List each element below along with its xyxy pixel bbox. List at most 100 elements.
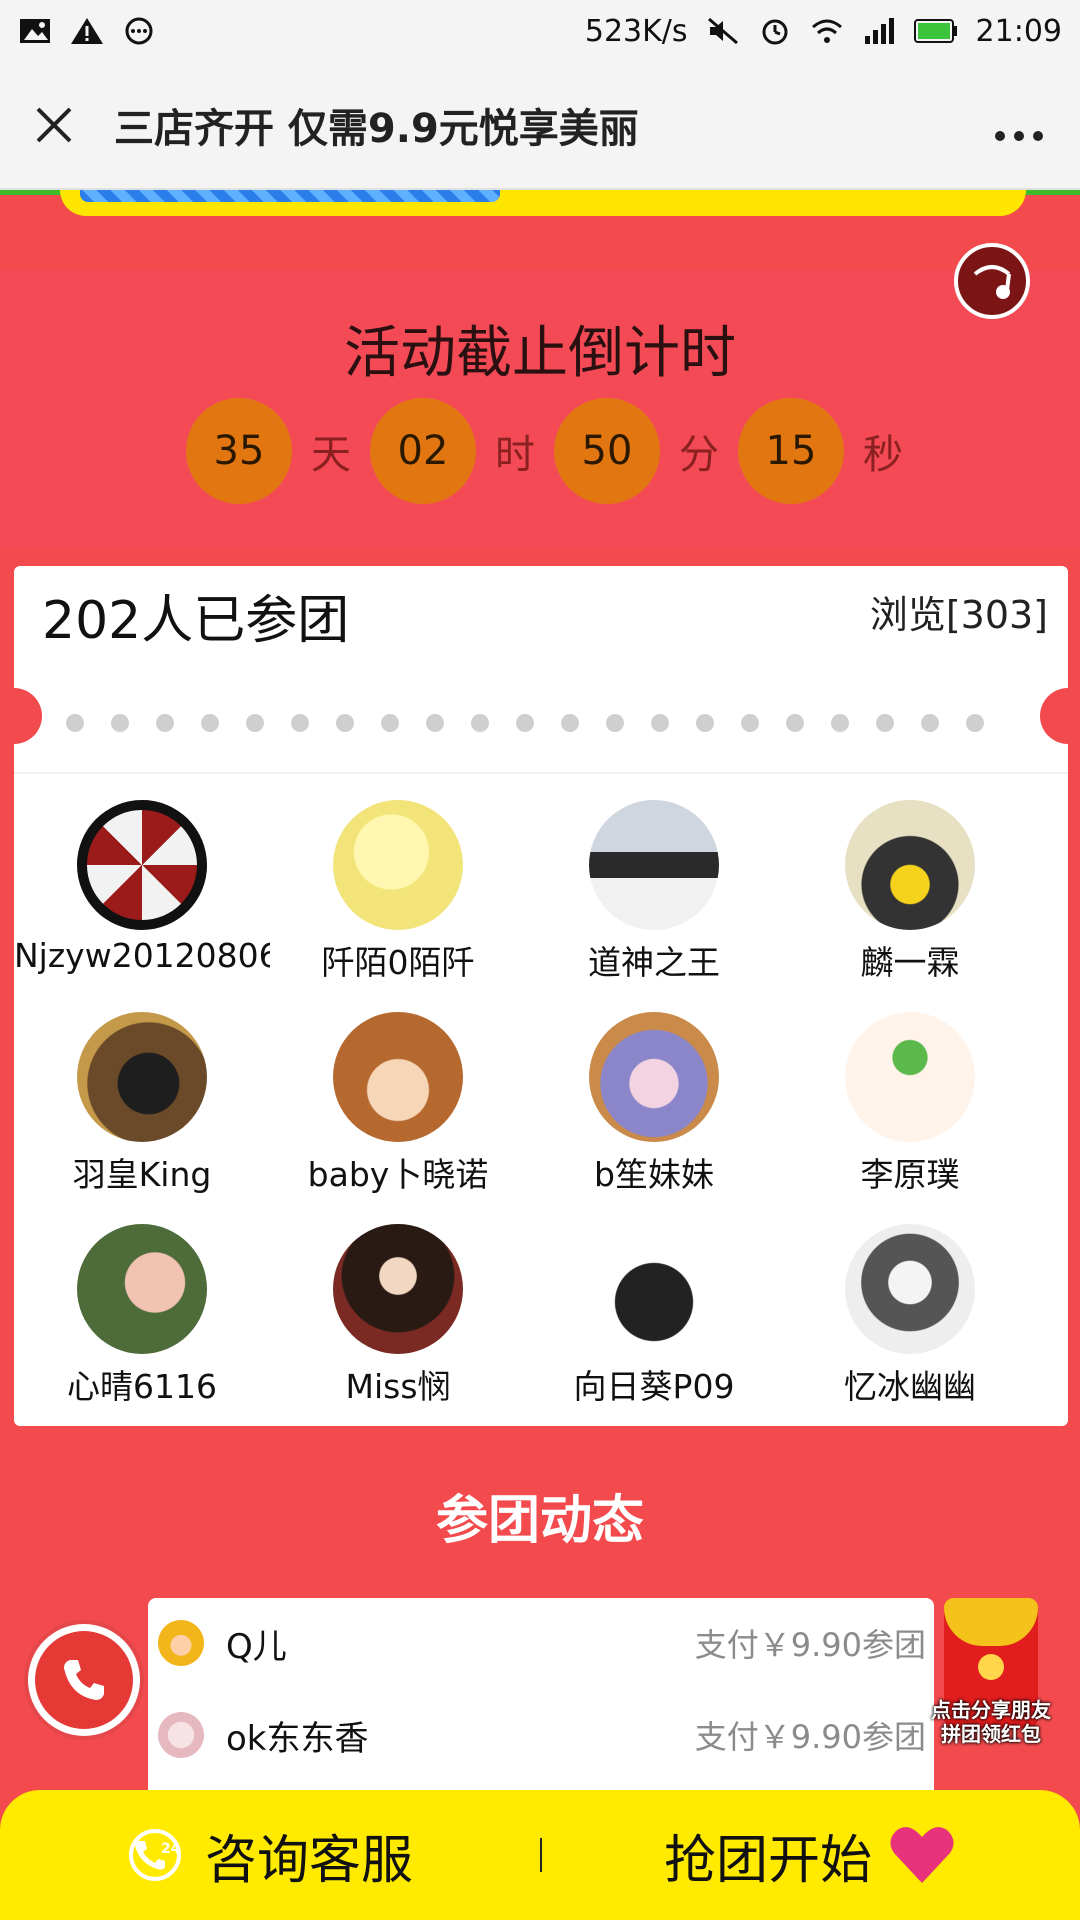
member-name: 李原璞 xyxy=(860,1155,960,1194)
feed-item: Q儿 支付￥9.90参团 xyxy=(148,1598,934,1688)
feed-action: 支付￥9.90参团 xyxy=(694,1626,926,1664)
share-redpacket-button[interactable]: 点击分享朋友 拼团领红包 xyxy=(916,1592,1066,1752)
page-title: 三店齐开 仅需9.9元悦享美丽 xyxy=(114,106,639,152)
banner-stripe xyxy=(80,190,500,202)
hours-unit: 时 xyxy=(495,432,535,478)
feed-avatar xyxy=(158,1712,204,1758)
member-item[interactable]: 忆冰幽幽 xyxy=(782,1224,1038,1408)
feed-title: 参团动态 xyxy=(435,1491,644,1551)
wifi-icon xyxy=(811,19,842,43)
avatar xyxy=(589,800,719,930)
seconds-unit: 秒 xyxy=(863,432,903,478)
avatar xyxy=(589,1224,719,1354)
more-options-button[interactable] xyxy=(994,102,1044,153)
member-item[interactable]: 李原璞 xyxy=(782,1012,1038,1196)
perforation-dot xyxy=(66,714,84,732)
member-name: 羽皇King xyxy=(72,1155,212,1194)
perforation-dot xyxy=(291,714,309,732)
member-item[interactable]: Njzyw20120806 xyxy=(14,800,270,984)
perforation-dot xyxy=(966,714,984,732)
group-feed: Q儿 支付￥9.90参团 ok东东香 支付￥9.90参团 xyxy=(148,1598,934,1796)
phone-icon xyxy=(64,1660,104,1700)
ticket-perforation xyxy=(66,714,984,732)
avatar xyxy=(845,800,975,930)
minutes-unit: 分 xyxy=(679,432,719,478)
member-item[interactable]: 向日葵P09 xyxy=(526,1224,782,1408)
member-name: 心晴6116 xyxy=(67,1367,217,1406)
countdown-section: 活动截止倒计时 35 天 02 时 50 分 15 秒 xyxy=(0,243,1080,550)
countdown-title: 活动截止倒计时 xyxy=(344,321,736,386)
redpacket-text: 点击分享朋友 拼团领红包 xyxy=(916,1698,1066,1746)
battery-icon xyxy=(913,19,957,43)
member-name: Miss悯 xyxy=(345,1367,451,1406)
perforation-dot xyxy=(561,714,579,732)
heart-icon xyxy=(890,1827,954,1883)
mute-icon xyxy=(707,17,738,45)
feed-item: ok东东香 支付￥9.90参团 xyxy=(148,1690,934,1780)
signal-icon xyxy=(864,18,894,44)
member-name: b笙妹妹 xyxy=(594,1155,714,1194)
clock: 21:09 xyxy=(975,13,1062,49)
member-name: 向日葵P09 xyxy=(573,1367,735,1406)
member-item[interactable]: 羽皇King xyxy=(14,1012,270,1196)
avatar xyxy=(845,1012,975,1142)
perforation-dot xyxy=(921,714,939,732)
member-name: 阡陌0陌阡 xyxy=(321,943,475,982)
start-group-label: 抢团开始 xyxy=(663,1830,872,1891)
call-button[interactable] xyxy=(28,1624,140,1736)
feed-avatar xyxy=(158,1620,204,1666)
title-bar: 三店齐开 仅需9.9元悦享美丽 xyxy=(0,62,1080,190)
close-button[interactable] xyxy=(24,95,84,155)
avatar xyxy=(77,1012,207,1142)
consult-service-button[interactable]: 24 咨询客服 xyxy=(0,1818,540,1893)
customer-service-24h-icon: 24 xyxy=(128,1829,181,1881)
bottom-action-bar: 24 咨询客服 抢团开始 xyxy=(0,1790,1080,1920)
network-speed: 523K/s xyxy=(584,13,688,49)
member-item[interactable]: Miss悯 xyxy=(270,1224,526,1408)
more-notification-icon xyxy=(125,17,153,45)
avatar xyxy=(77,800,207,930)
member-grid: Njzyw20120806 阡陌0陌阡 道神之王 麟一霖 羽皇King baby… xyxy=(14,800,1068,1408)
feed-action: 支付￥9.90参团 xyxy=(694,1718,926,1756)
ticket-notch-right xyxy=(1040,688,1080,744)
avatar xyxy=(845,1224,975,1354)
status-right-icons: 523K/s 21:09 xyxy=(585,14,1062,49)
redpacket-line2: 拼团领红包 xyxy=(941,1722,1041,1746)
avatar xyxy=(77,1224,207,1354)
perforation-dot xyxy=(651,714,669,732)
feed-user-name: Q儿 xyxy=(226,1626,287,1667)
member-item[interactable]: 麟一霖 xyxy=(782,800,1038,984)
member-name: 道神之王 xyxy=(588,943,720,982)
member-item[interactable]: 心晴6116 xyxy=(14,1224,270,1408)
perforation-dot xyxy=(246,714,264,732)
perforation-dot xyxy=(786,714,804,732)
perforation-dot xyxy=(741,714,759,732)
perforation-dot xyxy=(696,714,714,732)
days-unit: 天 xyxy=(311,432,351,478)
perforation-dot xyxy=(201,714,219,732)
ticket-notch-left xyxy=(0,688,42,744)
member-item[interactable]: 道神之王 xyxy=(526,800,782,984)
warning-icon xyxy=(71,18,103,44)
member-name: 忆冰幽幽 xyxy=(844,1367,976,1406)
redpacket-coin-icon xyxy=(978,1654,1004,1680)
perforation-dot xyxy=(876,714,894,732)
perforation-dot xyxy=(381,714,399,732)
member-name: Njzyw20120806 xyxy=(14,936,270,975)
member-item[interactable]: baby卜晓诺 xyxy=(270,1012,526,1196)
countdown-seconds: 15 xyxy=(738,398,844,504)
perforation-dot xyxy=(156,714,174,732)
group-members-card: 202人已参团 浏览[303] Njzyw20120806 阡陌0陌阡 道神之王… xyxy=(0,566,1080,1426)
status-left-icons xyxy=(18,16,156,46)
member-item[interactable]: b笙妹妹 xyxy=(526,1012,782,1196)
perforation-dot xyxy=(831,714,849,732)
card-divider xyxy=(14,772,1068,774)
member-item[interactable]: 阡陌0陌阡 xyxy=(270,800,526,984)
start-group-button[interactable]: 抢团开始 xyxy=(542,1818,1080,1893)
countdown-minutes: 50 xyxy=(554,398,660,504)
perforation-dot xyxy=(336,714,354,732)
perforation-dot xyxy=(471,714,489,732)
feed-user-name: ok东东香 xyxy=(226,1718,369,1759)
perforation-dot xyxy=(426,714,444,732)
call-button-inner xyxy=(35,1631,133,1729)
